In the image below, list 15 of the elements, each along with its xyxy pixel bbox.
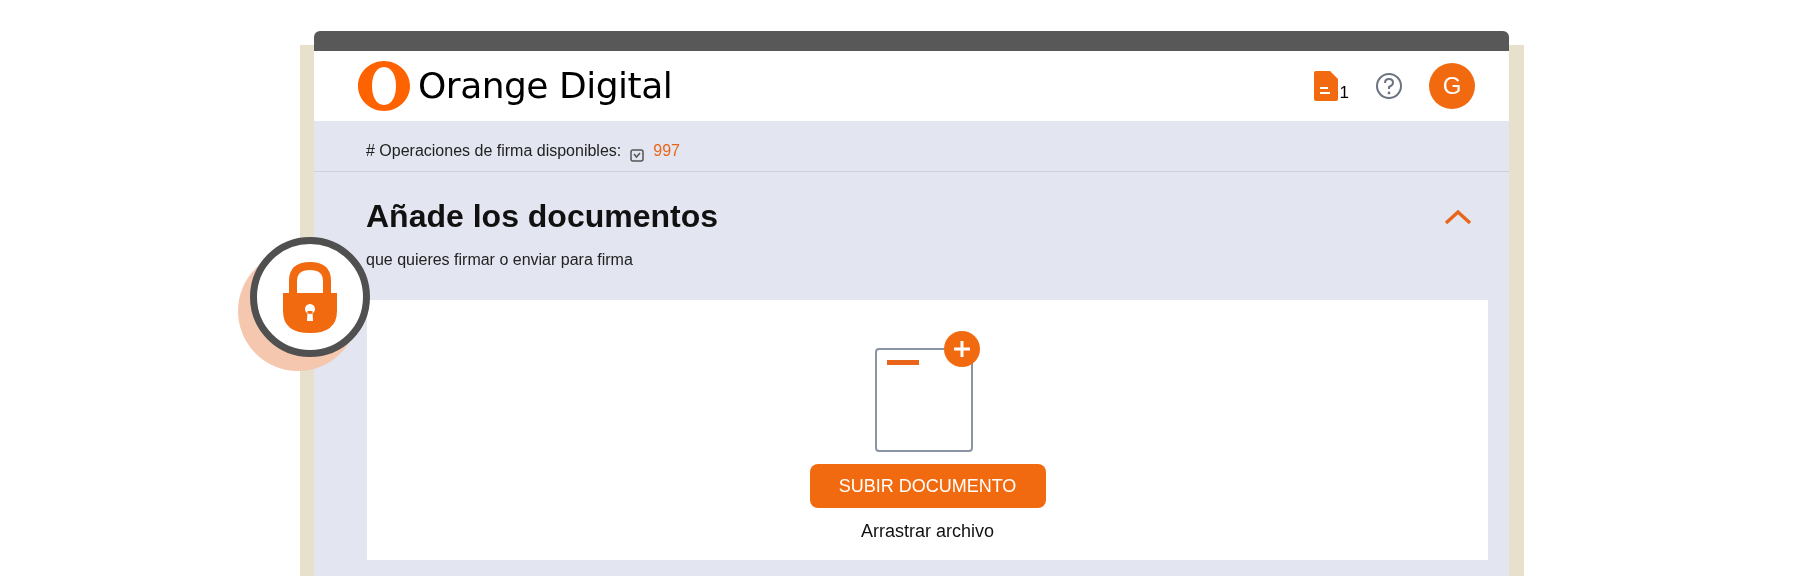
section-subtitle: que quieres firmar o enviar para firma bbox=[366, 250, 634, 270]
brand-name: Orange Digital bbox=[418, 64, 673, 108]
logo-icon bbox=[358, 61, 410, 111]
collapse-chevron-icon[interactable] bbox=[1443, 208, 1473, 226]
document-add-icon bbox=[874, 330, 981, 454]
section-title: Añade los documentos bbox=[366, 197, 719, 236]
operations-label: # Operaciones de firma disponibles: bbox=[366, 141, 622, 161]
upload-button[interactable]: SUBIR DOCUMENTO bbox=[809, 464, 1046, 508]
help-icon[interactable] bbox=[1375, 72, 1403, 100]
bag-icon bbox=[629, 147, 646, 163]
drag-hint: Arrastrar archivo bbox=[861, 520, 994, 543]
document-icon bbox=[1313, 71, 1338, 101]
operations-count: 997 bbox=[653, 141, 680, 161]
avatar-button[interactable]: G bbox=[1429, 63, 1475, 109]
documents-button[interactable]: 1 bbox=[1313, 71, 1349, 101]
